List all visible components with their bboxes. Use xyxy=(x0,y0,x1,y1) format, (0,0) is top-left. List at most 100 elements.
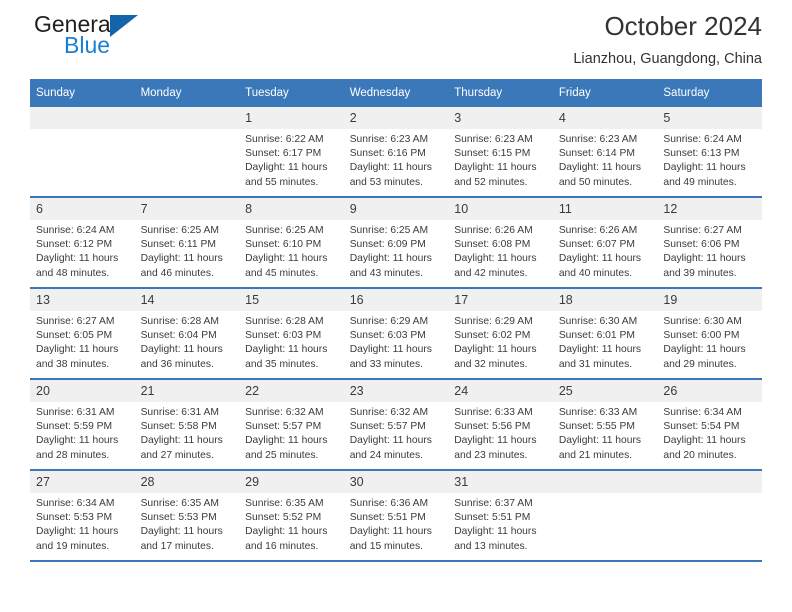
sunrise-time: Sunrise: 6:30 AM xyxy=(663,316,742,327)
calendar-day-cell[interactable]: 15 Sunrise: 6:28 AM Sunset: 6:03 PM Dayligh… xyxy=(239,288,344,380)
daylight-duration-line1: Daylight: 11 hours xyxy=(349,344,432,356)
sunrise-time: Sunrise: 6:29 AM xyxy=(454,316,533,327)
sunrise-time: Sunrise: 6:34 AM xyxy=(663,407,742,418)
daylight-duration-line2: and 40 minutes. xyxy=(558,267,633,279)
sunset-time: Sunset: 5:57 PM xyxy=(349,421,426,433)
calendar-day-cell[interactable]: 13 Sunrise: 6:27 AM Sunset: 6:05 PM Dayligh… xyxy=(30,288,135,380)
calendar-day-cell[interactable]: 24 Sunrise: 6:33 AM Sunset: 5:56 PM Dayligh… xyxy=(448,379,553,471)
daylight-duration-line1: Daylight: 11 hours xyxy=(140,526,223,538)
sunset-time: Sunset: 5:57 PM xyxy=(245,421,322,433)
daylight-duration-line2: and 33 minutes. xyxy=(349,358,423,370)
calendar-day-cell-empty xyxy=(30,107,135,198)
calendar-day-cell[interactable]: 1 Sunrise: 6:22 AM Sunset: 6:17 PM Daylight… xyxy=(239,107,344,198)
calendar-day-cell[interactable]: 9 Sunrise: 6:25 AM Sunset: 6:09 PM Daylight… xyxy=(343,197,449,289)
calendar-day-cell[interactable]: 26 Sunrise: 6:34 AM Sunset: 5:54 PM Dayligh… xyxy=(657,379,762,471)
calendar-day-cell[interactable]: 31 Sunrise: 6:37 AM Sunset: 5:51 PM Dayligh… xyxy=(448,470,553,562)
calendar-day-cell[interactable]: 19 Sunrise: 6:30 AM Sunset: 6:00 PM Dayligh… xyxy=(657,288,762,380)
daylight-duration-line2: and 21 minutes. xyxy=(558,449,633,461)
calendar-day-cell[interactable]: 21 Sunrise: 6:31 AM Sunset: 5:58 PM Dayligh… xyxy=(134,379,240,471)
sunrise-time: Sunrise: 6:24 AM xyxy=(36,225,115,236)
daylight-duration-line1: Daylight: 11 hours xyxy=(245,253,328,265)
day-number: 29 xyxy=(239,471,344,493)
calendar-day-cell[interactable]: 30 Sunrise: 6:36 AM Sunset: 5:51 PM Dayligh… xyxy=(343,470,449,562)
calendar-day-cell[interactable]: 28 Sunrise: 6:35 AM Sunset: 5:53 PM Dayligh… xyxy=(134,470,240,562)
calendar-day-cell[interactable]: 25 Sunrise: 6:33 AM Sunset: 5:55 PM Dayligh… xyxy=(552,379,658,471)
day-details: Sunrise: 6:34 AM Sunset: 5:53 PM Daylight:… xyxy=(30,493,135,554)
calendar-day-cell[interactable]: 6 Sunrise: 6:24 AM Sunset: 6:12 PM Daylight… xyxy=(30,197,135,289)
sunset-time: Sunset: 6:16 PM xyxy=(349,148,426,160)
day-number: 30 xyxy=(343,471,449,493)
sunset-time: Sunset: 6:09 PM xyxy=(349,239,426,251)
day-number: 4 xyxy=(552,107,658,129)
calendar-day-cell[interactable]: 8 Sunrise: 6:25 AM Sunset: 6:10 PM Daylight… xyxy=(239,197,344,289)
calendar-day-cell[interactable]: 22 Sunrise: 6:32 AM Sunset: 5:57 PM Dayligh… xyxy=(239,379,344,471)
weekday-header-sunday: Sunday xyxy=(30,79,135,107)
daylight-duration-line2: and 13 minutes. xyxy=(454,540,528,552)
daylight-duration-line1: Daylight: 11 hours xyxy=(245,344,328,356)
daylight-duration-line2: and 35 minutes. xyxy=(245,358,319,370)
daylight-duration-line1: Daylight: 11 hours xyxy=(454,253,537,265)
sunset-time: Sunset: 6:01 PM xyxy=(558,330,635,342)
day-details: Sunrise: 6:26 AM Sunset: 6:08 PM Daylight:… xyxy=(448,220,553,281)
sunrise-time: Sunrise: 6:25 AM xyxy=(349,225,429,236)
sunrise-time: Sunrise: 6:28 AM xyxy=(245,316,324,327)
day-details: Sunrise: 6:36 AM Sunset: 5:51 PM Daylight:… xyxy=(344,493,449,554)
day-number: 8 xyxy=(239,198,344,220)
calendar-day-cell[interactable]: 5 Sunrise: 6:24 AM Sunset: 6:13 PM Daylight… xyxy=(657,107,762,198)
calendar-day-cell[interactable]: 18 Sunrise: 6:30 AM Sunset: 6:01 PM Dayligh… xyxy=(552,288,658,380)
day-number: 25 xyxy=(552,380,658,402)
sunset-time: Sunset: 6:02 PM xyxy=(454,330,531,342)
day-number: 26 xyxy=(657,380,762,402)
day-details: Sunrise: 6:25 AM Sunset: 6:09 PM Daylight:… xyxy=(344,220,449,281)
calendar-day-cell[interactable]: 29 Sunrise: 6:35 AM Sunset: 5:52 PM Dayligh… xyxy=(239,470,344,562)
daylight-duration-line1: Daylight: 11 hours xyxy=(558,162,642,174)
sunset-time: Sunset: 5:53 PM xyxy=(36,512,113,524)
day-details: Sunrise: 6:29 AM Sunset: 6:02 PM Daylight:… xyxy=(448,311,553,372)
calendar-day-cell[interactable]: 10 Sunrise: 6:26 AM Sunset: 6:08 PM Dayligh… xyxy=(448,197,553,289)
day-number: 12 xyxy=(657,198,762,220)
daylight-duration-line2: and 45 minutes. xyxy=(245,267,319,279)
daylight-duration-line1: Daylight: 11 hours xyxy=(140,344,223,356)
daylight-duration-line1: Daylight: 11 hours xyxy=(558,344,642,356)
calendar-head: Sunday Monday Tuesday Wednesday Thursday… xyxy=(30,79,762,107)
calendar-day-cell[interactable]: 20 Sunrise: 6:31 AM Sunset: 5:59 PM Dayligh… xyxy=(30,379,135,471)
calendar-day-cell[interactable]: 27 Sunrise: 6:34 AM Sunset: 5:53 PM Dayligh… xyxy=(30,470,135,562)
calendar-day-cell[interactable]: 3 Sunrise: 6:23 AM Sunset: 6:15 PM Daylight… xyxy=(448,107,553,198)
calendar-body: 1 Sunrise: 6:22 AM Sunset: 6:17 PM Daylight… xyxy=(30,107,762,562)
calendar-day-cell[interactable]: 16 Sunrise: 6:29 AM Sunset: 6:03 PM Dayligh… xyxy=(343,288,449,380)
daylight-duration-line2: and 25 minutes. xyxy=(245,449,319,461)
calendar-day-cell[interactable]: 23 Sunrise: 6:32 AM Sunset: 5:57 PM Dayligh… xyxy=(343,379,449,471)
sunset-time: Sunset: 6:06 PM xyxy=(663,239,740,251)
day-details: Sunrise: 6:37 AM Sunset: 5:51 PM Daylight:… xyxy=(448,493,553,554)
day-number: 23 xyxy=(343,380,449,402)
calendar-day-cell[interactable]: 4 Sunrise: 6:23 AM Sunset: 6:14 PM Daylight… xyxy=(552,107,658,198)
daylight-duration-line1: Daylight: 11 hours xyxy=(349,162,432,174)
sunrise-time: Sunrise: 6:23 AM xyxy=(349,134,429,145)
sunset-time: Sunset: 5:51 PM xyxy=(349,512,426,524)
daylight-duration-line2: and 52 minutes. xyxy=(454,176,528,188)
calendar-day-cell[interactable]: 17 Sunrise: 6:29 AM Sunset: 6:02 PM Dayligh… xyxy=(448,288,553,380)
day-details: Sunrise: 6:22 AM Sunset: 6:17 PM Daylight:… xyxy=(239,129,344,190)
day-details: Sunrise: 6:33 AM Sunset: 5:55 PM Daylight:… xyxy=(553,402,658,463)
calendar-day-cell[interactable]: 12 Sunrise: 6:27 AM Sunset: 6:06 PM Dayligh… xyxy=(657,197,762,289)
day-details: Sunrise: 6:23 AM Sunset: 6:14 PM Daylight:… xyxy=(553,129,658,190)
daylight-duration-line2: and 53 minutes. xyxy=(349,176,423,188)
calendar-day-cell[interactable]: 11 Sunrise: 6:26 AM Sunset: 6:07 PM Dayligh… xyxy=(552,197,658,289)
calendar-page: General Blue October 2024 Lianzhou, Guan… xyxy=(0,0,792,612)
day-details: Sunrise: 6:25 AM Sunset: 6:10 PM Daylight:… xyxy=(239,220,344,281)
daylight-duration-line1: Daylight: 11 hours xyxy=(558,253,642,265)
calendar-day-cell[interactable]: 14 Sunrise: 6:28 AM Sunset: 6:04 PM Dayligh… xyxy=(134,288,240,380)
sunrise-time: Sunrise: 6:36 AM xyxy=(349,498,429,509)
day-number: 16 xyxy=(343,289,449,311)
daylight-duration-line1: Daylight: 11 hours xyxy=(663,344,746,356)
day-number xyxy=(30,107,135,129)
day-details: Sunrise: 6:27 AM Sunset: 6:05 PM Daylight:… xyxy=(30,311,135,372)
daylight-duration-line1: Daylight: 11 hours xyxy=(349,253,432,265)
sunrise-time: Sunrise: 6:28 AM xyxy=(140,316,219,327)
daylight-duration-line2: and 29 minutes. xyxy=(663,358,737,370)
daylight-duration-line2: and 50 minutes. xyxy=(558,176,633,188)
daylight-duration-line1: Daylight: 11 hours xyxy=(36,435,119,447)
calendar-day-cell[interactable]: 7 Sunrise: 6:25 AM Sunset: 6:11 PM Daylight… xyxy=(134,197,240,289)
sunrise-time: Sunrise: 6:27 AM xyxy=(663,225,742,236)
calendar-day-cell[interactable]: 2 Sunrise: 6:23 AM Sunset: 6:16 PM Daylight… xyxy=(343,107,449,198)
